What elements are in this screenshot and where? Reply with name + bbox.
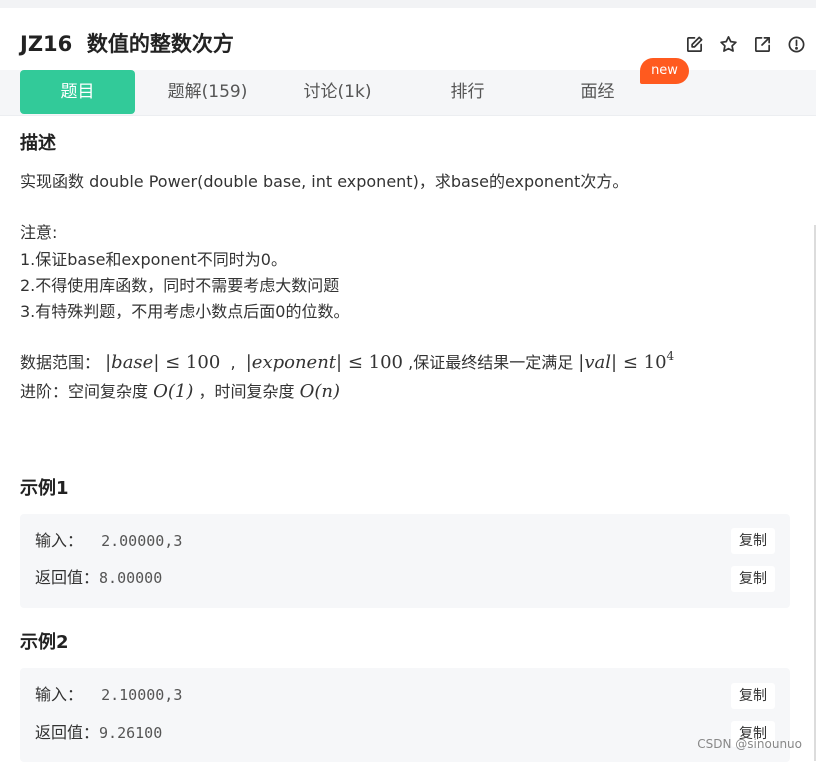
advanced-label: 进阶：空间复杂度	[20, 382, 149, 401]
watermark: CSDN @sinounuo	[697, 737, 802, 751]
star-icon[interactable]	[716, 32, 740, 56]
problem-title: JZ16 数值的整数次方	[20, 32, 234, 56]
advanced: 进阶：空间复杂度 O(1) ，时间复杂度 O(n)	[20, 379, 340, 405]
description-intro: 实现函数 double Power(double base, int expon…	[20, 172, 629, 191]
copy-button[interactable]: 复制	[731, 683, 775, 709]
example-2-heading: 示例2	[20, 632, 69, 653]
example-1-input-row: 输入： 2.00000,3	[35, 528, 182, 554]
range-val-exponent: 4	[666, 349, 675, 363]
data-range: 数据范围： |base| ≤ 100 , |exponent| ≤ 100 ,保…	[20, 349, 675, 373]
time-label: ，时间复杂度	[198, 382, 295, 401]
range-base-bound: ≤ 100	[165, 352, 221, 373]
time-complexity: O(n)	[299, 381, 340, 402]
external-link-icon[interactable]	[750, 32, 774, 56]
example-1-output-row: 返回值：8.00000	[35, 565, 162, 591]
output-label: 返回值：	[35, 723, 100, 742]
edit-icon[interactable]	[682, 32, 706, 56]
range-base: |base|	[105, 352, 160, 373]
range-val: |val|	[578, 352, 618, 373]
tab-interview[interactable]: 面经	[540, 70, 655, 115]
toolbar	[672, 32, 808, 56]
note-1: 1.保证base和exponent不同时为0。	[20, 250, 287, 269]
example-2-input: 2.10000,3	[83, 686, 183, 704]
range-val-bound: ≤ 10	[622, 352, 667, 373]
tab-discussion[interactable]: 讨论(1k)	[280, 70, 395, 115]
tab-problem[interactable]: 题目	[20, 70, 135, 114]
top-strip	[0, 0, 816, 8]
example-1-heading: 示例1	[20, 478, 69, 499]
copy-button[interactable]: 复制	[731, 528, 775, 554]
tab-solutions[interactable]: 题解(159)	[150, 70, 265, 115]
example-1-box: 输入： 2.00000,3 复制 返回值：8.00000 复制	[20, 514, 790, 608]
note-2: 2.不得使用库函数，同时不需要考虑大数问题	[20, 276, 340, 295]
copy-button[interactable]: 复制	[731, 566, 775, 592]
tab-ranking[interactable]: 排行	[410, 70, 525, 115]
note-3: 3.有特殊判题，不用考虑小数点后面0的位数。	[20, 302, 350, 321]
info-icon[interactable]	[784, 32, 808, 56]
space-complexity: O(1)	[153, 381, 194, 402]
description-heading: 描述	[20, 133, 56, 154]
example-1-input: 2.00000,3	[83, 532, 183, 550]
input-label: 输入：	[35, 685, 84, 704]
range-exponent: |exponent|	[245, 352, 343, 373]
new-badge: new	[640, 58, 689, 84]
example-2-input-row: 输入： 2.10000,3	[35, 682, 182, 708]
input-label: 输入：	[35, 531, 84, 550]
example-2-box: 输入： 2.10000,3 复制 返回值：9.26100 复制	[20, 668, 790, 762]
note-title: 注意:	[20, 223, 58, 242]
range-label: 数据范围：	[20, 353, 101, 372]
example-2-output-row: 返回值：9.26100	[35, 720, 162, 746]
output-label: 返回值：	[35, 568, 100, 587]
tab-bar: 题目 题解(159) 讨论(1k) 排行 面经	[0, 70, 816, 116]
example-2-output: 9.26100	[99, 724, 163, 742]
range-guarantee: ,保证最终结果一定满足	[408, 353, 574, 372]
example-1-output: 8.00000	[99, 569, 163, 587]
range-exponent-bound: ≤ 100	[347, 352, 404, 373]
